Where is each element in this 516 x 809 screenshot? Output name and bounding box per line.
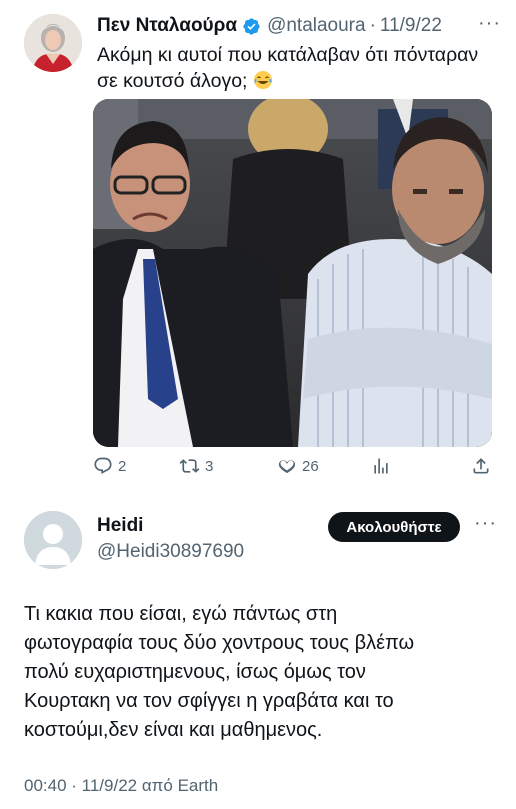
default-avatar-icon[interactable] — [24, 511, 82, 569]
reply-button[interactable]: 2 — [93, 456, 126, 476]
analytics-button[interactable] — [371, 456, 391, 476]
reply-text: Τι κακια που είσαι, εγώ πάντως στη φωτογ… — [24, 600, 504, 745]
tweet-text-line: Ακόμη κι αυτοί που κατάλαβαν ότι πόνταρα… — [97, 44, 479, 66]
reply-count: 2 — [118, 457, 127, 475]
reply-text-line: κοστούμι,δεν είναι και μαθημενος. — [24, 719, 323, 741]
reply-text-line: Κουρτακη να τον σφίγγει η γραβάτα και το — [24, 690, 394, 712]
author-name[interactable]: Πεν Νταλαούρα — [97, 15, 237, 37]
retweet-button[interactable]: 3 — [179, 456, 213, 476]
like-button[interactable]: 26 — [277, 456, 319, 476]
more-options-icon[interactable]: ··· — [478, 12, 501, 35]
like-count: 26 — [302, 457, 319, 475]
retweet-icon — [179, 459, 200, 473]
reply-author-handle[interactable]: @Heidi30897690 — [97, 541, 244, 563]
reply-timestamp[interactable]: 00:40 · 11/9/22 από Earth — [24, 776, 218, 796]
tweet-text-line: σε κουτσό άλογο; — [97, 70, 248, 92]
reply-text-line: πολύ ευχαριστημενους, ίσως όμως τον — [24, 661, 366, 683]
tweet-date[interactable]: 11/9/22 — [380, 15, 442, 37]
tweet-header: Πεν Νταλαούρα @ntalaoura · 11/9/22 — [97, 14, 442, 38]
author-handle[interactable]: @ntalaoura — [267, 15, 366, 37]
author-avatar[interactable] — [24, 14, 82, 72]
face-with-tears-of-joy-icon — [253, 70, 273, 90]
verified-badge-icon — [242, 17, 261, 36]
reply-author-name[interactable]: Heidi — [97, 515, 143, 537]
share-button[interactable] — [471, 456, 491, 476]
more-options-icon[interactable]: ··· — [474, 512, 497, 535]
separator-dot: · — [369, 15, 376, 36]
tweet-photo[interactable] — [93, 99, 492, 447]
follow-button[interactable]: Ακολουθήστε — [328, 512, 460, 542]
tweet-text: Ακόμη κι αυτοί που κατάλαβαν ότι πόνταρα… — [97, 42, 497, 94]
analytics-icon — [374, 458, 388, 474]
reply-text-line: φωτογραφία τους δύο χοντρους τους βλέπω — [24, 632, 415, 654]
reply-text-line: Τι κακια που είσαι, εγώ πάντως στη — [24, 603, 338, 625]
reply-icon — [94, 457, 112, 475]
share-icon — [473, 458, 489, 474]
retweet-count: 3 — [205, 457, 214, 475]
heart-icon — [278, 460, 296, 474]
tweet-actions: 2 3 26 — [93, 456, 492, 480]
